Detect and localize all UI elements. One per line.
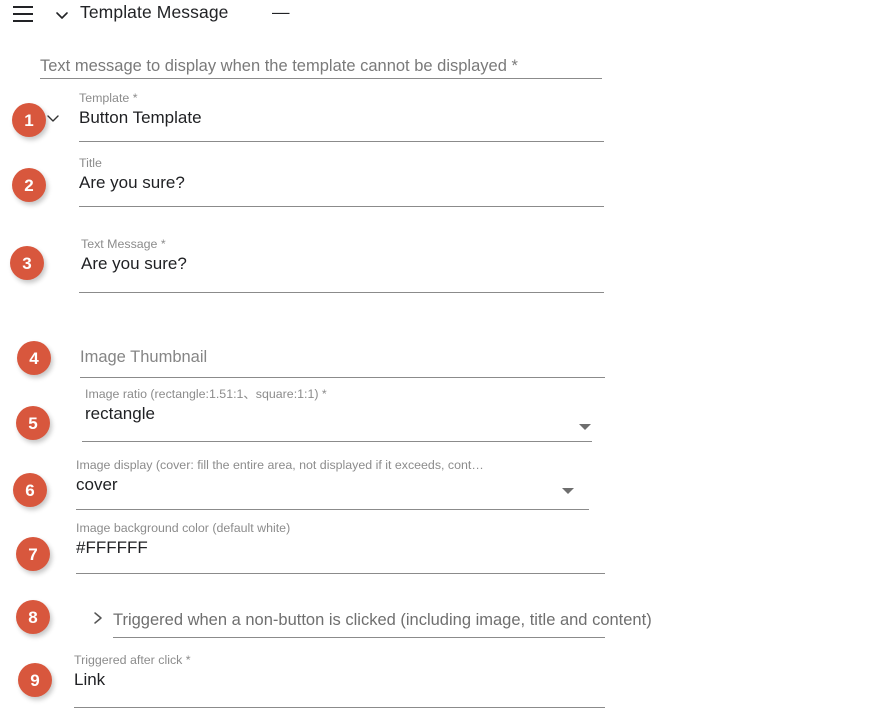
chevron-down-icon[interactable] xyxy=(45,110,61,126)
field-underline xyxy=(113,637,605,638)
field-value: Are you sure? xyxy=(79,173,185,192)
field-underline xyxy=(40,78,602,79)
step-badge-2: 2 xyxy=(12,168,46,202)
field-label: Image display (cover: fill the entire ar… xyxy=(76,458,484,472)
field-label: Title xyxy=(79,156,102,170)
field-title[interactable]: Title Are you sure? xyxy=(79,156,607,195)
field-underline xyxy=(76,509,589,510)
step-badge-7: 7 xyxy=(16,537,50,571)
chevron-down-icon[interactable] xyxy=(53,6,71,24)
field-value: cover xyxy=(76,475,118,494)
field-value: rectangle xyxy=(85,404,155,423)
field-triggered-after-click[interactable]: Triggered after click * Link xyxy=(74,653,602,692)
step-badge-4: 4 xyxy=(17,341,51,375)
hamburger-line xyxy=(13,6,33,9)
step-badge-3: 3 xyxy=(10,246,44,280)
field-underline xyxy=(74,707,605,708)
step-badge-5: 5 xyxy=(16,406,50,440)
minimize-indicator: — xyxy=(272,2,290,22)
field-template[interactable]: Template * Button Template xyxy=(79,91,607,130)
dropdown-caret-icon[interactable] xyxy=(579,424,591,430)
field-value: #FFFFFF xyxy=(76,538,148,557)
field-image-display[interactable]: Image display (cover: fill the entire ar… xyxy=(76,458,571,497)
hamburger-line xyxy=(13,12,33,16)
field-image-ratio[interactable]: Image ratio (rectangle:1.51:1、square:1:1… xyxy=(85,387,575,426)
step-badge-1: 1 xyxy=(12,103,46,137)
field-label: Image background color (default white) xyxy=(76,521,291,535)
field-value: Link xyxy=(74,670,106,689)
step-badge-9: 9 xyxy=(18,663,52,697)
field-value: Are you sure? xyxy=(81,254,187,273)
field-underline xyxy=(79,292,604,293)
collapsed-section-label[interactable]: Triggered when a non-button is clicked (… xyxy=(113,610,652,630)
chevron-right-icon[interactable] xyxy=(90,609,106,627)
panel-title: Template Message xyxy=(80,2,229,22)
dropdown-caret-icon[interactable] xyxy=(562,488,574,494)
field-value: Button Template xyxy=(79,108,202,127)
field-underline xyxy=(80,377,605,378)
hamburger-menu-icon[interactable] xyxy=(13,6,33,22)
field-underline xyxy=(79,206,604,207)
field-underline xyxy=(82,441,592,442)
field-label: Template * xyxy=(79,91,138,105)
step-badge-8: 8 xyxy=(16,600,50,634)
field-label: Image ratio (rectangle:1.51:1、square:1:1… xyxy=(85,387,327,401)
field-text-message[interactable]: Text Message * Are you sure? xyxy=(81,237,609,276)
field-underline xyxy=(76,573,605,574)
field-placeholder: Image Thumbnail xyxy=(80,348,208,366)
window-header: Template Message — xyxy=(0,0,873,32)
text-message-fallback-label: Text message to display when the templat… xyxy=(40,57,518,75)
field-label: Triggered after click * xyxy=(74,653,191,667)
field-underline xyxy=(79,141,604,142)
field-image-background-color[interactable]: Image background color (default white) #… xyxy=(76,521,604,560)
field-image-thumbnail[interactable]: Image Thumbnail xyxy=(80,345,608,369)
text-message-fallback-field[interactable]: Text message to display when the templat… xyxy=(40,54,610,78)
field-label: Text Message * xyxy=(81,237,166,251)
hamburger-line xyxy=(13,19,33,22)
step-badge-6: 6 xyxy=(13,473,47,507)
